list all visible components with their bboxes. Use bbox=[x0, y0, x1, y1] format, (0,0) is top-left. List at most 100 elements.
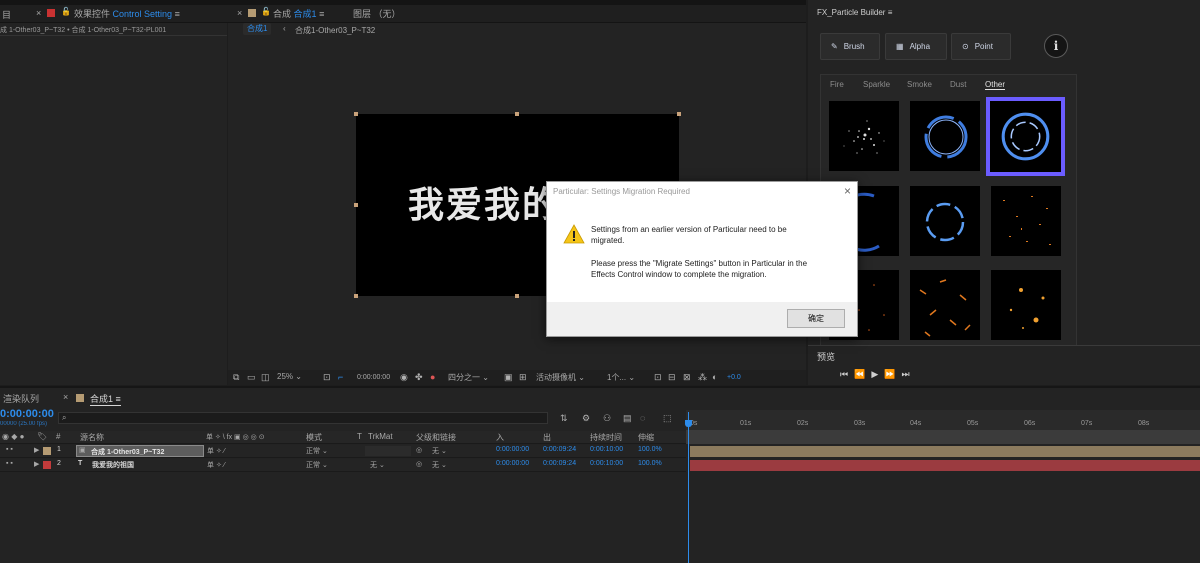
work-area-bar[interactable] bbox=[686, 430, 1200, 444]
layer-in[interactable]: 0:00:00:00 bbox=[496, 460, 529, 467]
info-icon[interactable]: i bbox=[1044, 34, 1068, 58]
preset-thumb[interactable] bbox=[910, 186, 980, 256]
close-icon[interactable]: × bbox=[844, 184, 851, 198]
region-icon[interactable]: ⊡ bbox=[323, 372, 331, 383]
table-row[interactable]: ▪ ▪ ▶ 1 ▣ 合成 1-Other03_P~T32 单 ✧ ⁄ 正常 ⌄ … bbox=[0, 445, 686, 458]
last-frame-icon[interactable]: ⏭ bbox=[901, 369, 915, 379]
visibility-toggle[interactable]: ▪ ▪ bbox=[6, 446, 13, 453]
comp-lock-icon[interactable]: 🔓 bbox=[261, 7, 271, 16]
layer-bar-1[interactable] bbox=[690, 446, 1200, 457]
effects-close-icon[interactable]: × bbox=[36, 8, 41, 18]
comp-tab[interactable]: 合成 合成1 ≡ bbox=[273, 7, 324, 20]
layer-out[interactable]: 0:00:09:24 bbox=[543, 446, 576, 453]
pickwhip-icon[interactable]: ◎ bbox=[416, 460, 422, 468]
layer-tab[interactable]: 图层 （无） bbox=[353, 7, 401, 20]
mode-select[interactable]: 正常 ⌄ bbox=[306, 460, 328, 470]
network-icon[interactable]: ⁂ bbox=[698, 372, 707, 383]
graph-editor-icon[interactable]: ⬚ bbox=[663, 413, 672, 424]
table-row[interactable]: ▪ ▪ ▶ 2 T 我爱我的祖国 单 ✧ ⁄ 正常 ⌄ 无 ⌄ ◎ 无 ⌄ 0:… bbox=[0, 459, 686, 472]
preset-thumb[interactable] bbox=[991, 186, 1061, 256]
pb-menu-icon[interactable]: ≡ bbox=[888, 8, 893, 17]
layer-in[interactable]: 0:00:00:00 bbox=[496, 446, 529, 453]
tab-smoke[interactable]: Smoke bbox=[907, 80, 932, 89]
camera-icon[interactable]: ◉ bbox=[400, 372, 408, 383]
effects-tab[interactable]: 效果控件 Control Setting ≡ bbox=[74, 7, 180, 20]
handle-ml[interactable] bbox=[354, 203, 358, 207]
frame-blend-icon[interactable]: ▤ bbox=[623, 413, 632, 424]
draft-3d-icon[interactable]: ⚙ bbox=[582, 413, 590, 424]
comp-menu-icon[interactable]: ≡ bbox=[319, 9, 324, 19]
layer-duration[interactable]: 0:00:10:00 bbox=[590, 446, 623, 453]
mask-icon[interactable]: ◫ bbox=[261, 372, 270, 383]
render-queue-tab[interactable]: 渲染队列 bbox=[3, 392, 39, 405]
preset-thumb[interactable] bbox=[991, 270, 1061, 340]
pickwhip-icon[interactable]: ◎ bbox=[416, 446, 422, 454]
expand-chevron-icon[interactable]: ▶ bbox=[34, 460, 39, 468]
camera-select[interactable]: 活动摄像机 ⌄ bbox=[536, 372, 585, 383]
layer-label-color[interactable] bbox=[43, 461, 51, 469]
first-frame-icon[interactable]: ⏮ bbox=[840, 369, 854, 379]
snapshot-icon[interactable]: ⧉ bbox=[233, 372, 239, 383]
tab-other[interactable]: Other bbox=[985, 80, 1006, 90]
hamburger-icon[interactable]: ≡ bbox=[175, 9, 180, 19]
handle-tr[interactable] bbox=[677, 112, 681, 116]
alpha-button[interactable]: ▦ Alpha bbox=[885, 33, 947, 60]
ok-button[interactable]: 确定 bbox=[787, 309, 845, 328]
handle-tm[interactable] bbox=[515, 112, 519, 116]
step-back-icon[interactable]: ⏪ bbox=[854, 369, 871, 379]
playhead-line[interactable] bbox=[688, 412, 689, 563]
roi-icon[interactable]: ▣ bbox=[504, 372, 513, 383]
layer-out[interactable]: 0:00:09:24 bbox=[543, 460, 576, 467]
brush-button[interactable]: ✎ Brush bbox=[820, 33, 880, 60]
layer-search-input[interactable]: ⌕ bbox=[58, 412, 548, 424]
collapse-switch[interactable]: 单 ✧ ⁄ bbox=[207, 460, 225, 470]
timeline-comp-tab[interactable]: 合成1 ≡ bbox=[90, 392, 121, 406]
mode-select[interactable]: 正常 ⌄ bbox=[306, 446, 328, 456]
expand-chevron-icon[interactable]: ▶ bbox=[34, 446, 39, 454]
comp-close-icon[interactable]: × bbox=[237, 8, 242, 18]
timeline-close-icon[interactable]: × bbox=[63, 392, 68, 402]
timeline-icon[interactable]: ⊟ bbox=[668, 372, 676, 383]
handle-tl[interactable] bbox=[354, 112, 358, 116]
views-select[interactable]: 1个... ⌄ bbox=[607, 372, 635, 383]
flowchart-icon[interactable]: ⊠ bbox=[683, 372, 691, 383]
preset-thumb[interactable] bbox=[910, 101, 980, 171]
play-icon[interactable]: ▶ bbox=[871, 369, 884, 379]
preset-thumb[interactable] bbox=[829, 101, 899, 171]
resolution-select[interactable]: 四分之一 ⌄ bbox=[448, 372, 489, 383]
preset-thumb[interactable] bbox=[910, 270, 980, 340]
collapse-switch[interactable]: 单 ✧ ⁄ bbox=[207, 446, 225, 456]
preset-thumb-selected[interactable] bbox=[986, 97, 1065, 176]
tab-dust[interactable]: Dust bbox=[950, 80, 966, 89]
layer-duration[interactable]: 0:00:10:00 bbox=[590, 460, 623, 467]
transparency-icon[interactable]: ⌐ bbox=[338, 372, 343, 382]
visibility-toggle[interactable]: ▪ ▪ bbox=[6, 460, 13, 467]
layer-label-color[interactable] bbox=[43, 447, 51, 455]
zoom-select[interactable]: 25% ⌄ bbox=[277, 372, 302, 381]
grid-icon[interactable]: ⊞ bbox=[519, 372, 527, 383]
col-name[interactable]: 源名称 bbox=[80, 432, 104, 443]
parent-select[interactable]: 无 ⌄ bbox=[432, 460, 447, 470]
channel-icon[interactable]: ✤ bbox=[415, 372, 423, 383]
parent-select[interactable]: 无 ⌄ bbox=[432, 446, 447, 456]
color-icon[interactable]: ● bbox=[430, 372, 435, 382]
breadcrumb-active[interactable]: 合成1 bbox=[243, 23, 272, 35]
tab-sparkle[interactable]: Sparkle bbox=[863, 80, 890, 89]
handle-bl[interactable] bbox=[354, 294, 358, 298]
layer-stretch[interactable]: 100.0% bbox=[638, 446, 662, 453]
timeline-timecode[interactable]: 0:00:00:00 bbox=[0, 408, 54, 420]
tab-fire[interactable]: Fire bbox=[830, 80, 844, 89]
viewer-timecode[interactable]: 0:00:00:00 bbox=[357, 374, 390, 381]
exposure-icon[interactable]: ◐ bbox=[712, 372, 717, 382]
point-button[interactable]: ⊙ Point bbox=[951, 33, 1011, 60]
layer-name-field[interactable]: ▣ 合成 1-Other03_P~T32 bbox=[76, 445, 204, 457]
time-ruler[interactable] bbox=[686, 410, 1200, 430]
exposure-value[interactable]: +0.0 bbox=[727, 374, 741, 381]
timeline-menu-icon[interactable]: ≡ bbox=[116, 394, 121, 404]
layer-bar-2[interactable] bbox=[690, 460, 1200, 471]
playhead-handle[interactable] bbox=[685, 420, 692, 427]
layer-stretch[interactable]: 100.0% bbox=[638, 460, 662, 467]
fast-preview-icon[interactable]: ⊡ bbox=[654, 372, 662, 383]
step-forward-icon[interactable]: ⏩ bbox=[884, 369, 901, 379]
monitor-icon[interactable]: ▭ bbox=[247, 372, 256, 383]
